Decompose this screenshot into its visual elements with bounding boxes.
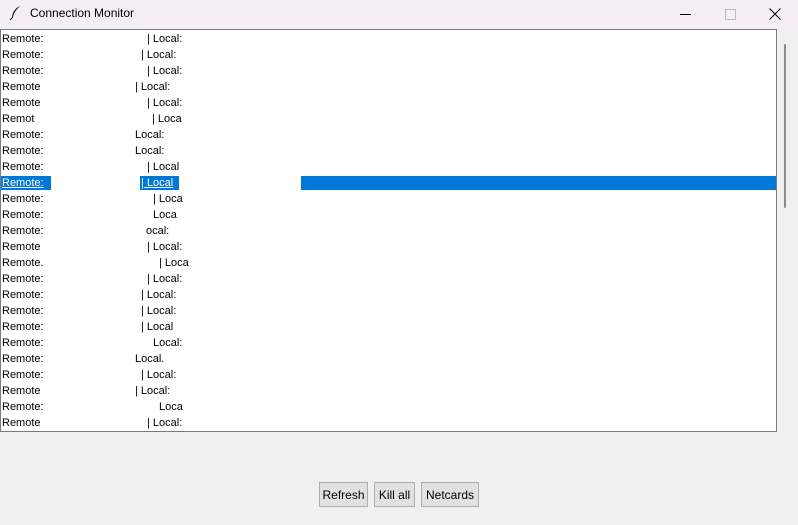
list-item[interactable]: Remote: Loca <box>1 399 776 415</box>
list-item[interactable]: Remot | Loca <box>1 111 776 127</box>
remote-label: Remote: <box>2 337 44 349</box>
remote-label: Remote: <box>2 225 44 237</box>
maximize-icon <box>724 8 736 20</box>
remote-label: Remote: <box>2 65 44 77</box>
remote-label: Remote: <box>2 353 44 365</box>
remote-label: Remote: <box>2 193 44 205</box>
local-label: | Local: <box>147 97 183 109</box>
minimize-icon <box>679 13 691 15</box>
list-item[interactable]: Remote | Local: <box>1 415 776 431</box>
remote-label: Remote: <box>2 401 44 413</box>
list-item[interactable]: Remote: | Local: <box>1 63 776 79</box>
list-item[interactable]: Remote: | Local <box>1 159 776 175</box>
local-label: Local: <box>135 145 165 157</box>
remote-label: Remote: <box>2 305 44 317</box>
local-label: | Local: <box>135 81 171 93</box>
local-label: Local. <box>135 353 165 365</box>
local-label: Loca <box>153 209 177 221</box>
list-item[interactable]: Remote: | Loca <box>1 191 776 207</box>
scrollbar-thumb[interactable] <box>784 44 786 208</box>
local-label: | Local: <box>135 385 171 397</box>
local-label: | Loca <box>153 193 183 205</box>
list-item[interactable]: Remote | Local: <box>1 79 776 95</box>
local-label: Loca <box>159 401 183 413</box>
local-label: | Local <box>147 161 180 173</box>
remote-label: Remote. <box>2 257 44 269</box>
local-label: | Local: <box>147 273 183 285</box>
connection-listbox[interactable]: Remote: | Local: Remote: | Local: Remote: | L… <box>0 29 777 432</box>
remote-label: Remote: <box>2 273 44 285</box>
remote-label: Remote <box>2 81 41 93</box>
remote-label: Remote <box>2 417 41 429</box>
local-label: | Local: <box>147 417 183 429</box>
local-label: | Loca <box>159 257 189 269</box>
local-label: | Local: <box>141 289 177 301</box>
title-bar: Connection Monitor <box>0 0 798 28</box>
list-item[interactable]: Remote: | Local: <box>1 367 776 383</box>
list-item[interactable]: Remote. | Loca <box>1 255 776 271</box>
remote-label: Remote <box>2 385 41 397</box>
local-label: | Local: <box>147 241 183 253</box>
local-label: Local: <box>153 337 183 349</box>
local-label: | Loca <box>152 113 182 125</box>
list-item[interactable]: Remote: | Local: <box>1 287 776 303</box>
remote-label: Remote: <box>2 321 44 333</box>
list-item[interactable]: Remote | Local: <box>1 239 776 255</box>
list-item[interactable]: Remote: | Local: <box>1 31 776 47</box>
local-label: | Local: <box>141 49 177 61</box>
netcards-button[interactable]: Netcards <box>421 482 479 507</box>
selection-highlight <box>301 176 776 190</box>
remote-label: Remot <box>2 113 35 125</box>
list-item[interactable]: Remote: | Local: <box>1 271 776 287</box>
kill-all-button[interactable]: Kill all <box>374 482 415 507</box>
list-item[interactable]: Remote | Local: <box>1 95 776 111</box>
list-item[interactable]: Remote: | Local: <box>1 303 776 319</box>
close-icon <box>769 8 781 20</box>
list-item[interactable]: Remote: Local: <box>1 143 776 159</box>
list-item[interactable]: Remote: Local: <box>1 335 776 351</box>
local-label: | Local <box>141 177 174 189</box>
local-label: | Local: <box>147 33 183 45</box>
remote-label: Remote: <box>2 177 44 189</box>
list-item[interactable]: Remote | Local: <box>1 383 776 399</box>
close-button[interactable] <box>752 0 798 28</box>
list-item[interactable]: Remote: | Local: <box>1 47 776 63</box>
remote-label: Remote <box>2 241 41 253</box>
local-label: | Local: <box>147 65 183 77</box>
list-item[interactable]: Remote: Loca <box>1 207 776 223</box>
maximize-button[interactable] <box>707 0 753 28</box>
remote-label: Remote: <box>2 49 44 61</box>
list-item[interactable]: Remote: ocal: <box>1 223 776 239</box>
remote-label: Remote: <box>2 289 44 301</box>
local-label: Local: <box>135 129 165 141</box>
minimize-button[interactable] <box>662 0 708 28</box>
local-label: ocal: <box>146 225 170 237</box>
remote-label: Remote: <box>2 369 44 381</box>
refresh-button[interactable]: Refresh <box>319 482 368 507</box>
local-label: | Local <box>141 321 174 333</box>
remote-label: Remote <box>2 97 41 109</box>
remote-label: Remote: <box>2 209 44 221</box>
feather-icon <box>9 6 20 21</box>
local-label: | Local: <box>141 305 177 317</box>
remote-label: Remote: <box>2 33 44 45</box>
remote-label: Remote: <box>2 145 44 157</box>
remote-label: Remote: <box>2 129 44 141</box>
list-item[interactable]: Remote: Local: <box>1 127 776 143</box>
local-label: | Local: <box>141 369 177 381</box>
list-item[interactable]: Remote: Local. <box>1 351 776 367</box>
list-item-selected[interactable]: Remote: | Local <box>1 175 776 191</box>
list-item[interactable]: Remote: | Local <box>1 319 776 335</box>
window-title: Connection Monitor <box>30 6 135 20</box>
remote-label: Remote: <box>2 161 44 173</box>
